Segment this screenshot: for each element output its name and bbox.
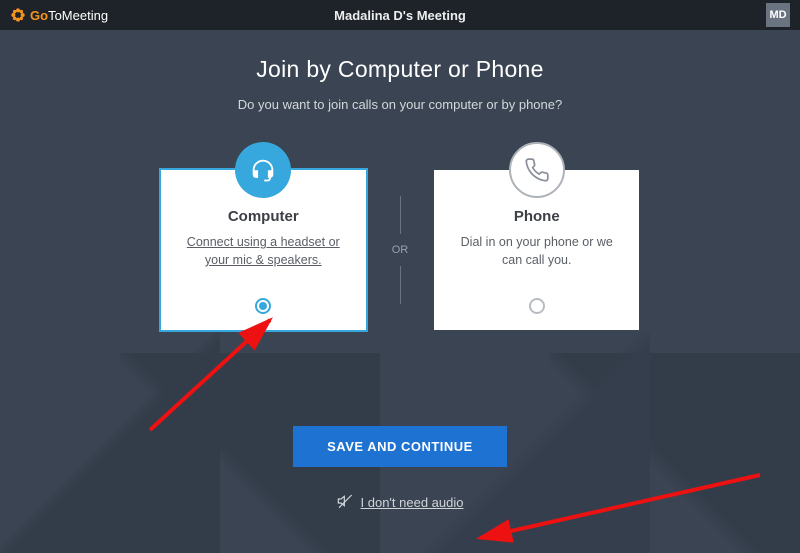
options-divider: OR [392,196,409,304]
flower-icon [10,7,26,23]
card-phone-desc: Dial in on your phone or we can call you… [452,233,621,269]
page-title: Join by Computer or Phone [0,56,800,83]
no-audio-label: I don't need audio [361,495,464,510]
radio-phone[interactable] [529,298,545,314]
option-card-phone[interactable]: Phone Dial in on your phone or we can ca… [434,170,639,330]
option-card-computer[interactable]: Computer Connect using a headset or your… [161,170,366,330]
card-phone-title: Phone [452,208,621,225]
headset-icon [235,142,291,198]
page-subtitle: Do you want to join calls on your comput… [0,97,800,112]
save-and-continue-button[interactable]: SAVE AND CONTINUE [293,426,507,467]
meeting-title: Madalina D's Meeting [334,8,466,23]
phone-icon [509,142,565,198]
main-content: Join by Computer or Phone Do you want to… [0,30,800,514]
brand-meeting: Meeting [62,8,108,23]
divider-line-bottom [400,266,401,304]
divider-line-top [400,196,401,234]
no-audio-link[interactable]: I don't need audio [337,493,464,512]
brand-to: To [48,8,62,23]
card-computer-title: Computer [179,208,348,225]
brand-go: Go [30,8,48,23]
card-computer-desc: Connect using a headset or your mic & sp… [179,233,348,269]
brand-logo: GoToMeeting [10,7,108,23]
app-header: GoToMeeting Madalina D's Meeting MD [0,0,800,30]
audio-option-cards: Computer Connect using a headset or your… [0,170,800,330]
speaker-muted-icon [337,493,353,512]
divider-label: OR [392,244,409,256]
radio-computer[interactable] [255,298,271,314]
avatar[interactable]: MD [766,3,790,27]
